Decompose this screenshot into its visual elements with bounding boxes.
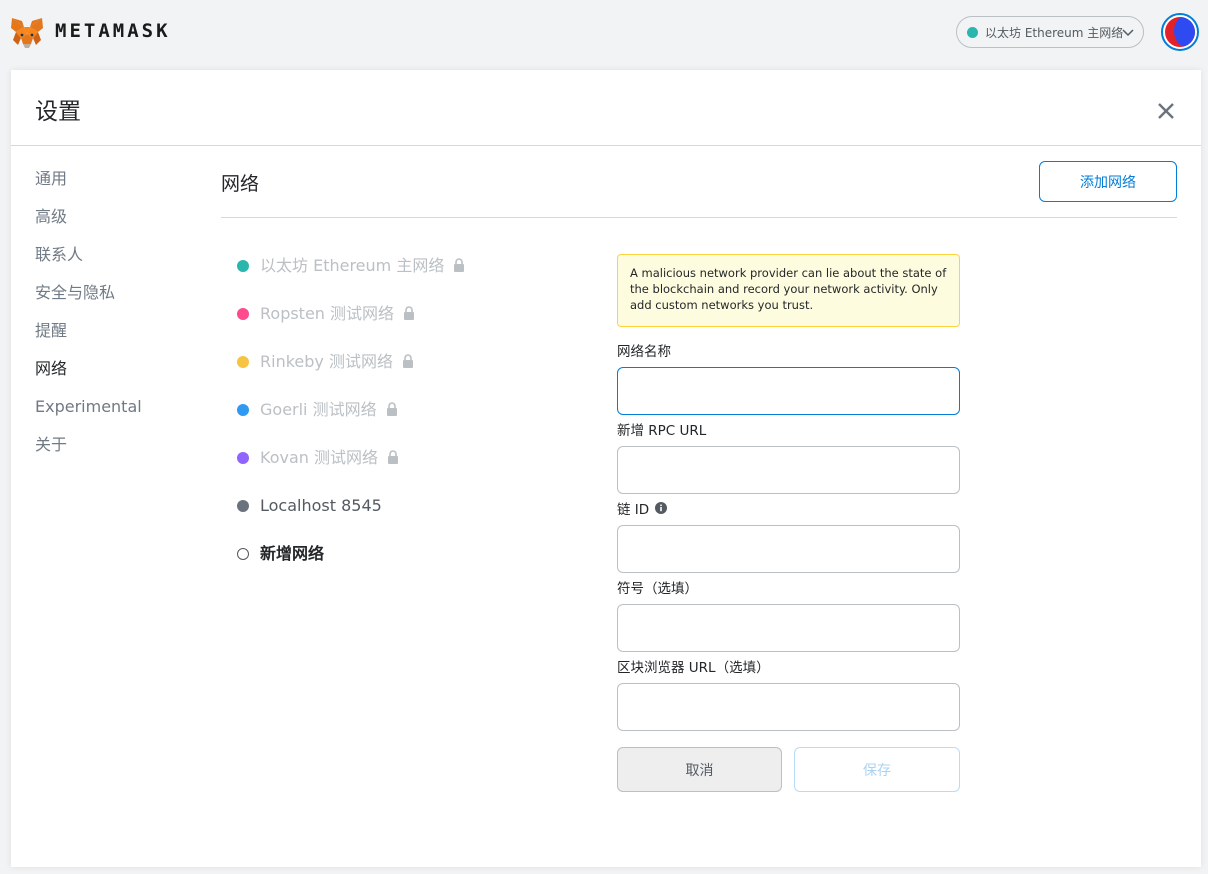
sidebar-item-general[interactable]: 通用 bbox=[35, 167, 142, 205]
lock-icon bbox=[404, 306, 415, 320]
settings-header: 设置 bbox=[11, 70, 1201, 146]
network-label: 新增网络 bbox=[260, 544, 325, 563]
cancel-button[interactable]: 取消 bbox=[617, 747, 782, 792]
network-item-kovan[interactable]: Kovan 测试网络 bbox=[237, 446, 465, 494]
network-item-ropsten[interactable]: Ropsten 测试网络 bbox=[237, 302, 465, 350]
warning-message: A malicious network provider can lie abo… bbox=[617, 254, 960, 327]
account-identicon bbox=[1165, 17, 1195, 47]
info-icon[interactable] bbox=[655, 502, 668, 514]
network-selector-label: 以太坊 Ethereum 主网络 bbox=[985, 25, 1124, 40]
network-label: Kovan 测试网络 bbox=[260, 448, 378, 467]
add-network-button[interactable]: 添加网络 bbox=[1039, 161, 1177, 202]
network-color-dot bbox=[237, 500, 249, 512]
rpc-url-label: 新增 RPC URL bbox=[617, 423, 707, 439]
account-avatar[interactable] bbox=[1161, 13, 1199, 51]
network-item-goerli[interactable]: Goerli 测试网络 bbox=[237, 398, 465, 446]
network-item-mainnet[interactable]: 以太坊 Ethereum 主网络 bbox=[237, 254, 465, 302]
chain-id-input[interactable] bbox=[617, 525, 960, 573]
network-color-dot bbox=[237, 452, 249, 464]
network-label: Goerli 测试网络 bbox=[260, 400, 377, 419]
sidebar-item-about[interactable]: 关于 bbox=[35, 433, 142, 471]
lock-icon bbox=[386, 402, 397, 416]
network-label: Ropsten 测试网络 bbox=[260, 304, 395, 323]
symbol-input[interactable] bbox=[617, 604, 960, 652]
network-color-dot bbox=[237, 308, 249, 320]
network-item-localhost[interactable]: Localhost 8545 bbox=[237, 494, 465, 542]
chain-id-label-row: 链 ID bbox=[617, 498, 668, 518]
page-title: 设置 bbox=[35, 99, 81, 125]
lock-icon bbox=[388, 450, 398, 464]
network-color-dot bbox=[237, 260, 249, 272]
rpc-url-input[interactable] bbox=[617, 446, 960, 494]
close-icon[interactable] bbox=[1157, 102, 1175, 120]
save-button[interactable]: 保存 bbox=[794, 747, 960, 792]
explorer-url-label: 区块浏览器 URL（选填） bbox=[617, 660, 770, 676]
settings-sidebar: 通用 高级 联系人 安全与隐私 提醒 网络 Experimental 关于 bbox=[35, 167, 142, 471]
network-item-rinkeby[interactable]: Rinkeby 测试网络 bbox=[237, 350, 465, 398]
chevron-down-icon bbox=[1122, 29, 1134, 37]
chain-id-label: 链 ID bbox=[617, 502, 650, 518]
top-bar: METAMASK 以太坊 Ethereum 主网络 bbox=[0, 0, 1208, 68]
network-label: Localhost 8545 bbox=[260, 496, 382, 515]
sidebar-item-networks[interactable]: 网络 bbox=[35, 357, 142, 395]
sidebar-item-experimental[interactable]: Experimental bbox=[35, 395, 142, 433]
brand-wordmark: METAMASK bbox=[55, 20, 171, 42]
explorer-url-input[interactable] bbox=[617, 683, 960, 731]
network-status-dot bbox=[967, 26, 978, 38]
settings-panel: 设置 通用 高级 联系人 安全与隐私 提醒 网络 Experimental 关于… bbox=[11, 70, 1201, 867]
symbol-label: 符号（选填） bbox=[617, 581, 698, 597]
metamask-fox-logo bbox=[11, 18, 43, 48]
network-name-label: 网络名称 bbox=[617, 344, 671, 360]
lock-icon bbox=[454, 258, 465, 272]
network-color-dot bbox=[237, 356, 249, 368]
network-item-new[interactable]: 新增网络 bbox=[237, 542, 465, 590]
network-name-input[interactable] bbox=[617, 367, 960, 415]
sidebar-item-advanced[interactable]: 高级 bbox=[35, 205, 142, 243]
network-label: 以太坊 Ethereum 主网络 bbox=[260, 256, 445, 275]
network-color-dot bbox=[237, 548, 249, 560]
network-label: Rinkeby 测试网络 bbox=[260, 352, 393, 371]
section-title: 网络 bbox=[221, 173, 260, 195]
sidebar-item-contacts[interactable]: 联系人 bbox=[35, 243, 142, 281]
lock-icon bbox=[402, 354, 413, 368]
network-list: 以太坊 Ethereum 主网络 Ropsten 测试网络 Rinkeby 测试… bbox=[237, 254, 465, 590]
sidebar-item-alerts[interactable]: 提醒 bbox=[35, 319, 142, 357]
sidebar-item-security-privacy[interactable]: 安全与隐私 bbox=[35, 281, 142, 319]
section-divider bbox=[221, 217, 1177, 218]
network-selector[interactable]: 以太坊 Ethereum 主网络 bbox=[956, 16, 1144, 48]
network-color-dot bbox=[237, 404, 249, 416]
